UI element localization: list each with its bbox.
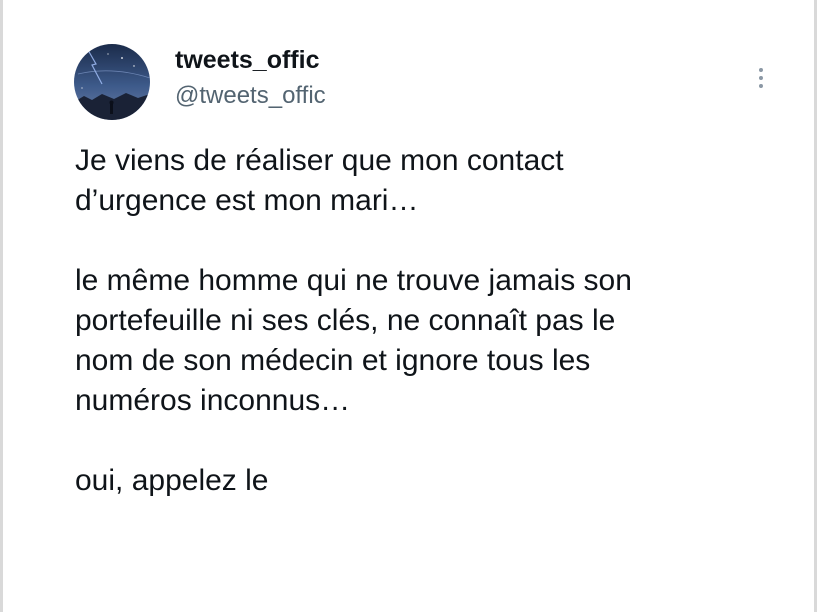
avatar[interactable] [74,44,150,120]
tweet-line: le même homme qui ne trouve jamais son [75,264,632,297]
tweet-line: oui, appelez le [75,464,269,497]
more-dot [759,76,763,80]
author-handle[interactable]: @tweets_offic [175,84,326,108]
tweet-line: d’urgence est mon mari… [75,184,419,217]
tweet-line: portefeuille ni ses clés, ne connaît pas… [75,304,616,337]
tweet-line: Je viens de réaliser que mon contact [75,144,564,177]
left-border [0,0,3,612]
tweet-paragraph: le même homme qui ne trouve jamais son p… [75,261,775,421]
tweet-paragraph: oui, appelez le [75,461,775,501]
tweet-line: numéros inconnus… [75,384,351,417]
night-sky-avatar-icon [74,44,150,120]
tweet-card: tweets_offic @tweets_offic Je viens de r… [0,0,817,612]
more-options-icon[interactable] [748,60,774,96]
more-dot [759,68,763,72]
author-display-name[interactable]: tweets_offic [175,48,319,73]
tweet-line: nom de son médecin et ignore tous les [75,344,591,377]
more-dot [759,84,763,88]
tweet-paragraph: Je viens de réaliser que mon contact d’u… [75,141,775,221]
tweet-text: Je viens de réaliser que mon contact d’u… [75,141,775,501]
